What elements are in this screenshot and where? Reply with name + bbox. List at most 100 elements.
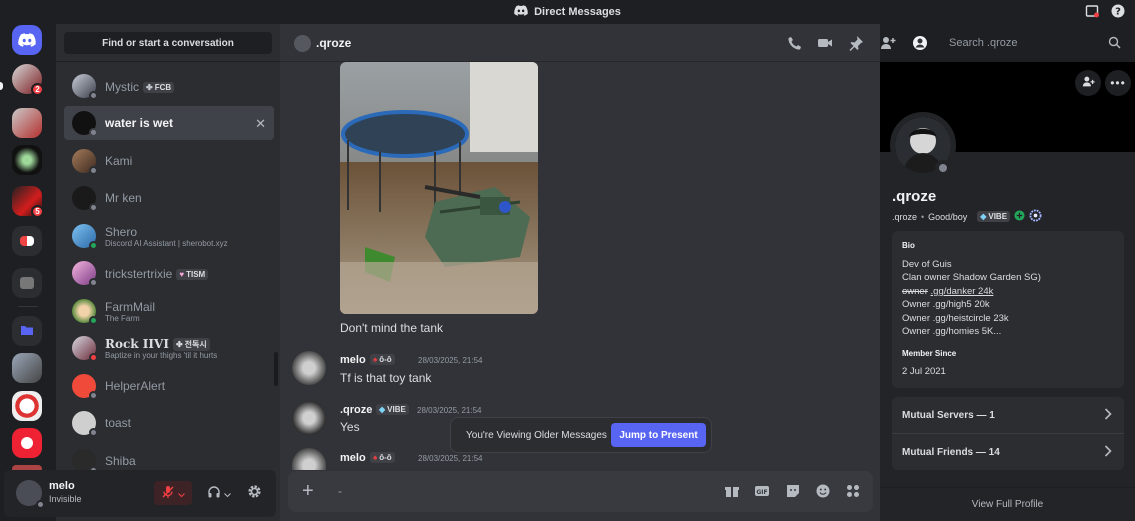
dm-list: Find or start a conversation Mystic ✤ FCB … xyxy=(56,24,280,521)
dm-name: Rock IIVI xyxy=(105,336,169,351)
avatar xyxy=(72,299,98,325)
add-friend-icon xyxy=(1082,75,1095,91)
sticker-icon[interactable] xyxy=(785,483,801,499)
close-dm-icon[interactable]: ✕ xyxy=(255,116,266,132)
settings-button[interactable] xyxy=(242,481,266,505)
home-button[interactable] xyxy=(12,25,42,55)
dm-item-mystic[interactable]: Mystic ✤ FCB xyxy=(64,69,274,103)
jump-to-present-button[interactable]: Jump to Present xyxy=(611,423,706,447)
add-friend-button[interactable] xyxy=(1075,70,1101,96)
dm-name: Kami xyxy=(105,154,133,168)
video-call-icon[interactable] xyxy=(817,35,833,51)
chat-avatar xyxy=(294,35,311,52)
deafen-button[interactable] xyxy=(200,481,238,505)
server-icon-7[interactable] xyxy=(12,353,42,383)
message-author[interactable]: melo xyxy=(340,354,366,366)
bio-line: Clan owner Shadow Garden SG) xyxy=(902,272,1041,283)
dm-name: Shero xyxy=(105,224,138,239)
profile-display-name: .qroze xyxy=(892,188,937,205)
message-composer[interactable]: + - GIF xyxy=(288,471,873,512)
server-icon-6[interactable] xyxy=(12,268,42,298)
author-avatar[interactable] xyxy=(292,448,326,470)
dm-item-toast[interactable]: toast xyxy=(64,406,274,440)
older-messages-text: You're Viewing Older Messages xyxy=(466,429,607,441)
folder-icon xyxy=(20,324,34,339)
dm-item-shero[interactable]: Shero Discord AI Assistant | sherobot.xyz xyxy=(64,219,274,253)
bio-link[interactable]: .gg/danker 24k xyxy=(931,286,994,297)
chat-title: .qroze xyxy=(316,36,352,50)
chevron-right-icon xyxy=(1104,444,1112,460)
image-attachment[interactable] xyxy=(340,62,538,314)
gif-icon[interactable]: GIF xyxy=(754,483,770,499)
member-since-date: 2 Jul 2021 xyxy=(902,366,946,377)
server-icon-4[interactable]: 5 xyxy=(12,186,44,218)
profile-username: .qroze xyxy=(892,211,918,222)
apps-icon[interactable] xyxy=(845,483,861,499)
message-author[interactable]: melo xyxy=(340,452,366,464)
mutual-servers-label: Mutual Servers — 1 xyxy=(902,409,995,421)
hypesquad-badge-icon[interactable] xyxy=(1014,210,1025,223)
dm-item-water-is-wet[interactable]: water is wet ✕ xyxy=(64,106,274,140)
tank-photo xyxy=(340,62,538,314)
dm-item-helperalert[interactable]: HelperAlert xyxy=(64,369,274,403)
user-profile-icon[interactable] xyxy=(912,35,928,51)
server-folder[interactable] xyxy=(12,316,42,346)
clan-tag: ◆ VIBE xyxy=(376,404,409,415)
mutual-friends-row[interactable]: Mutual Friends — 14 xyxy=(892,434,1124,470)
separator-dot: • xyxy=(921,211,925,222)
message-input[interactable]: - xyxy=(338,484,342,498)
dm-list-scrollbar[interactable] xyxy=(274,352,278,386)
add-friend-to-dm-icon[interactable] xyxy=(880,35,896,51)
more-options-button[interactable]: ••• xyxy=(1105,70,1131,96)
dm-item-kami[interactable]: Kami xyxy=(64,144,274,178)
server-icon-5[interactable] xyxy=(12,226,42,256)
avatar xyxy=(72,224,98,250)
profile-status-indicator xyxy=(935,160,951,176)
help-icon[interactable]: ? xyxy=(1111,4,1125,18)
server-icon-2[interactable] xyxy=(12,108,42,138)
nitro-badge-icon[interactable] xyxy=(1029,209,1042,224)
mention-badge: 5 xyxy=(31,205,44,218)
server-icon-1[interactable]: 2 xyxy=(12,64,44,96)
find-conversation-button[interactable]: Find or start a conversation xyxy=(64,32,272,54)
bio-strikethrough: owner xyxy=(902,286,928,297)
dm-item-trickstertrixie[interactable]: trickstertrixie ♥ TISM xyxy=(64,256,274,290)
dm-name: water is wet xyxy=(105,116,174,130)
clan-tag: ✤ FCB xyxy=(143,81,175,93)
mutual-servers-row[interactable]: Mutual Servers — 1 xyxy=(892,397,1124,433)
bio-line: owner .gg/danker 24k xyxy=(902,286,993,297)
svg-text:GIF: GIF xyxy=(756,489,767,496)
dm-name: FarmMail xyxy=(105,299,155,314)
search-input[interactable]: Search .qroze xyxy=(943,32,1126,55)
bio-line: Dev of Guis xyxy=(902,259,952,270)
author-avatar[interactable] xyxy=(292,401,326,435)
server-icon-3[interactable] xyxy=(12,145,42,175)
clan-tag: ✤ 전독시 xyxy=(172,338,210,352)
clan-tag[interactable]: ◆ VIBE xyxy=(977,211,1011,222)
title-bar: Direct Messages ? xyxy=(0,0,1135,24)
view-full-profile-button[interactable]: View Full Profile xyxy=(880,487,1135,521)
dm-list-divider xyxy=(56,61,280,62)
server-icon-8[interactable] xyxy=(12,391,42,421)
user-profile-panel: ••• .qroze .qroze • Good/boy ◆ VIBE Bio D… xyxy=(880,62,1135,521)
pin-icon[interactable] xyxy=(848,35,864,51)
mutual-friends-label: Mutual Friends — 14 xyxy=(902,446,1000,458)
gift-icon[interactable] xyxy=(724,483,740,499)
voice-call-icon[interactable] xyxy=(787,35,803,51)
emoji-icon[interactable] xyxy=(815,483,831,499)
upload-plus-icon[interactable]: + xyxy=(302,481,314,501)
message-author[interactable]: .qroze xyxy=(340,404,372,416)
inbox-icon[interactable] xyxy=(1085,4,1099,18)
older-messages-bar: You're Viewing Older Messages Jump to Pr… xyxy=(450,417,712,453)
dm-item-rock-iivi[interactable]: Rock IIVI ✤ 전독시 Baptize in your thighs 'til… xyxy=(64,331,274,365)
dm-item-farmmail[interactable]: FarmMail The Farm xyxy=(64,294,274,328)
dm-status: The Farm xyxy=(105,313,140,323)
dm-name: toast xyxy=(105,416,132,430)
more-horizontal-icon: ••• xyxy=(1110,76,1126,90)
rail-divider xyxy=(18,306,38,307)
server-icon-9[interactable] xyxy=(12,428,42,458)
server-unread-pill xyxy=(0,82,3,90)
author-avatar[interactable] xyxy=(292,351,326,385)
mute-button[interactable] xyxy=(154,481,192,505)
dm-item-mr-ken[interactable]: Mr ken xyxy=(64,181,274,215)
